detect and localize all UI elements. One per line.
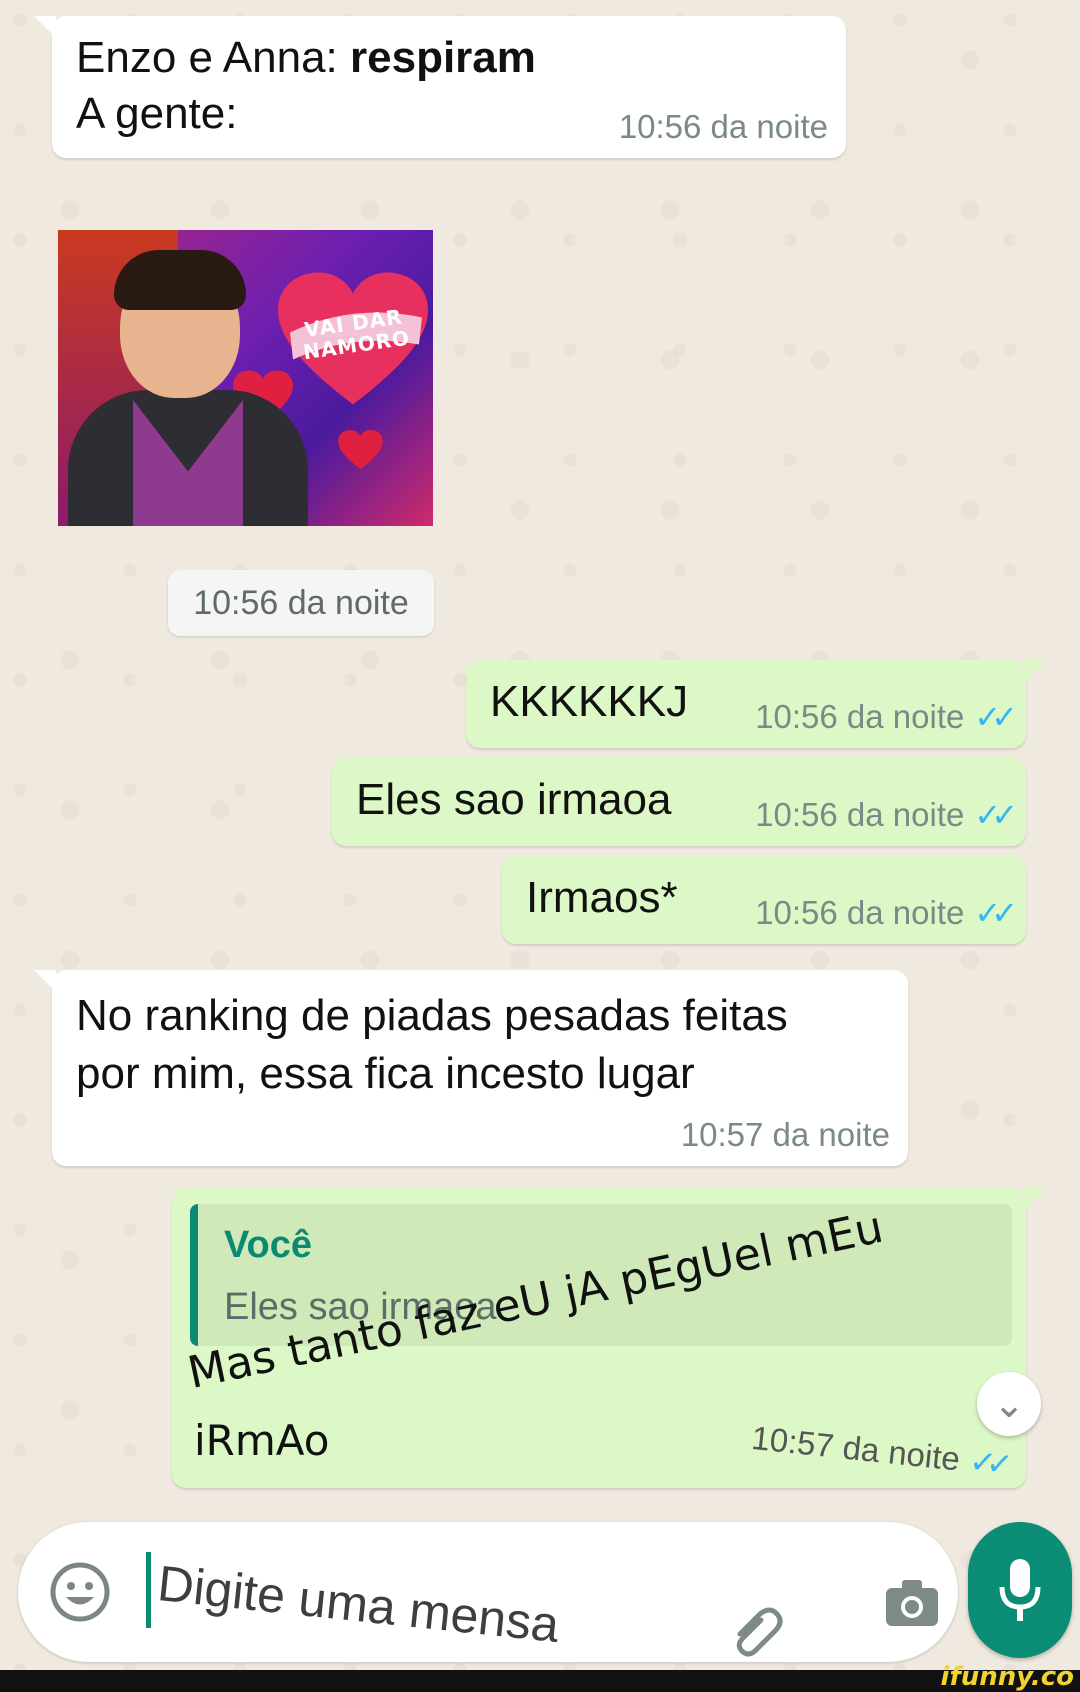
heart-icon — [338, 430, 383, 470]
outgoing-reply-message[interactable]: Você Eles sao irmaoa Mas tanto faz eU jA… — [172, 1188, 1046, 1488]
shared-photo[interactable]: VAI DAR NAMORO — [58, 230, 433, 526]
message-line: No ranking de piadas pesadas feitas — [76, 991, 788, 1040]
outgoing-message[interactable]: Irmaos* 10:56 da noite ✓✓ — [502, 856, 1026, 944]
message-timestamp: 10:57 da noite — [680, 1116, 890, 1153]
read-ticks-icon: ✓✓ — [974, 699, 1018, 735]
message-meta: 10:56 da noite ✓✓ — [755, 698, 1018, 736]
message-line: por mim, essa fica incesto lugar — [76, 1049, 695, 1098]
message-text: Eles sao irmaoa — [356, 775, 672, 824]
message-meta: 10:57 da noite ✓✓ — [750, 1419, 1005, 1483]
read-ticks-icon: ✓✓ — [967, 1442, 1006, 1483]
message-meta: 10:56 da noite ✓✓ — [755, 796, 1018, 834]
scroll-to-bottom-button[interactable]: ⌄ — [977, 1372, 1041, 1436]
text-caret — [146, 1552, 151, 1628]
message-line: Enzo e Anna: respiram — [76, 33, 536, 82]
smiley-icon[interactable] — [48, 1560, 112, 1624]
message-meta: 10:56 da noite ✓✓ — [755, 894, 1018, 932]
message-input[interactable]: Digite uma mensa — [155, 1554, 562, 1654]
record-voice-button[interactable] — [968, 1522, 1072, 1658]
read-ticks-icon: ✓✓ — [974, 895, 1018, 931]
outgoing-message[interactable]: Eles sao irmaoa 10:56 da noite ✓✓ — [332, 758, 1026, 846]
camera-icon[interactable] — [880, 1570, 944, 1634]
paperclip-icon[interactable] — [728, 1600, 788, 1660]
message-timestamp: 10:56 da noite — [755, 698, 965, 735]
incoming-message[interactable]: Enzo e Anna: respiram A gente: 10:56 da … — [34, 16, 846, 158]
message-composer[interactable]: Digite uma mensa — [18, 1522, 958, 1662]
message-timestamp: 10:56 da noite — [755, 796, 965, 833]
message-timestamp: 10:57 da noite — [749, 1418, 962, 1478]
incoming-message[interactable]: No ranking de piadas pesadas feitas por … — [34, 970, 908, 1166]
message-text: Irmaos* — [526, 873, 678, 922]
footer-bar — [0, 1670, 1080, 1692]
message-line: A gente: — [76, 89, 238, 138]
outgoing-message[interactable]: KKKKKKJ 10:56 da noite ✓✓ — [466, 660, 1046, 748]
message-timestamp: 10:56 da noite — [755, 894, 965, 931]
message-line: iRmAo — [194, 1416, 330, 1465]
quote-author: Você — [224, 1224, 313, 1266]
message-text: KKKKKKJ — [490, 677, 689, 726]
chevron-double-down-icon: ⌄ — [993, 1383, 1025, 1426]
microphone-icon — [999, 1559, 1041, 1621]
photo-timestamp: 10:56 da noite — [168, 570, 434, 636]
read-ticks-icon: ✓✓ — [974, 797, 1018, 833]
watermark: ifunny.co — [940, 1662, 1074, 1692]
message-timestamp: 10:56 da noite — [618, 108, 828, 145]
